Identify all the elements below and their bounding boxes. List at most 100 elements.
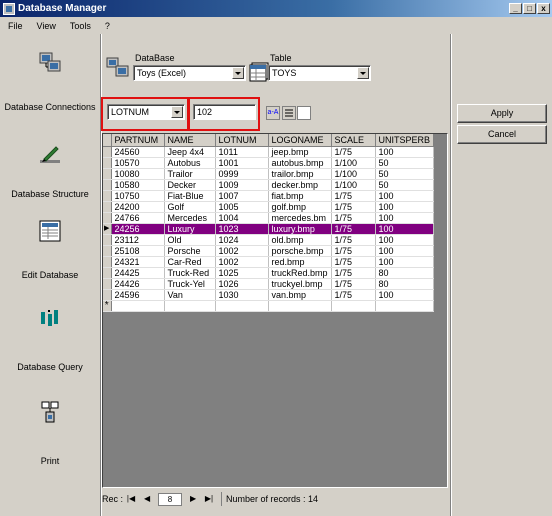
table-cell[interactable] (331, 300, 376, 312)
filter-value-input[interactable]: 102 (193, 104, 256, 120)
row-selector[interactable] (103, 179, 112, 191)
table-cell[interactable]: 1004 (215, 212, 269, 224)
database-select[interactable]: Toys (Excel) (133, 65, 246, 81)
table-cell[interactable]: 100 (375, 223, 435, 235)
row-selector[interactable] (103, 201, 112, 213)
table-cell[interactable]: 1001 (215, 157, 269, 169)
row-selector[interactable] (103, 234, 112, 246)
table-cell[interactable]: autobus.bmp (268, 157, 332, 169)
sidebar-label-database-structure[interactable]: Database Structure (0, 189, 100, 200)
row-selector[interactable] (103, 190, 112, 202)
table-cell[interactable]: 80 (375, 278, 435, 290)
list-view-icon[interactable] (282, 106, 296, 120)
sidebar-label-print[interactable]: Print (0, 456, 100, 467)
table-cell[interactable]: red.bmp (268, 256, 332, 268)
sort-az-icon[interactable]: a-A (266, 106, 280, 120)
filter-field-select[interactable]: LOTNUM (107, 104, 185, 120)
title-bar[interactable]: Database Manager _ □ x (0, 0, 552, 17)
record-number-input[interactable]: 8 (158, 492, 183, 506)
table-cell[interactable]: 24321 (111, 256, 165, 268)
table-cell[interactable]: 1030 (215, 289, 269, 301)
table-cell[interactable]: 1023 (215, 223, 269, 235)
table-cell[interactable]: 1/75 (331, 278, 376, 290)
table-cell[interactable]: 100 (375, 212, 435, 224)
menu-view[interactable]: View (31, 21, 64, 31)
table-cell[interactable]: 1/75 (331, 234, 376, 246)
table-cell[interactable]: Old (164, 234, 216, 246)
table-cell[interactable]: van.bmp (268, 289, 332, 301)
table-cell[interactable]: truckyel.bmp (268, 278, 332, 290)
sidebar-item-database-connections[interactable] (0, 50, 100, 74)
table-cell[interactable]: 50 (375, 179, 435, 191)
table-cell[interactable]: 10570 (111, 157, 165, 169)
table-cell[interactable]: 1/75 (331, 256, 376, 268)
sidebar-item-edit-database[interactable] (0, 219, 100, 243)
row-selector[interactable]: ▶ (103, 223, 112, 235)
table-cell[interactable]: 1026 (215, 278, 269, 290)
table-cell[interactable]: Mercedes (164, 212, 216, 224)
sidebar-item-database-structure[interactable] (0, 142, 100, 166)
table-cell[interactable]: 1/100 (331, 179, 376, 191)
new-row[interactable]: * (103, 300, 435, 312)
table-cell[interactable]: 100 (375, 234, 435, 246)
sidebar-label-database-connections[interactable]: Database Connections (0, 102, 100, 113)
table-cell[interactable]: 1024 (215, 234, 269, 246)
table-cell[interactable]: 1009 (215, 179, 269, 191)
table-row[interactable]: 24425 Truck-Red 1025 truckRed.bmp 1/75 80 (103, 267, 435, 279)
table-row[interactable]: 10080 Trailor 0999 trailor.bmp 1/100 50 (103, 168, 435, 180)
table-row[interactable]: ▶ 24256 Luxury 1023 luxury.bmp 1/75 100 (103, 223, 435, 235)
row-selector[interactable] (103, 245, 112, 257)
table-row[interactable]: 23112 Old 1024 old.bmp 1/75 100 (103, 234, 435, 246)
table-row[interactable]: 24596 Van 1030 van.bmp 1/75 100 (103, 289, 435, 301)
table-cell[interactable] (215, 300, 269, 312)
table-cell[interactable]: 24256 (111, 223, 165, 235)
table-cell[interactable]: 1/75 (331, 212, 376, 224)
table-cell[interactable]: 23112 (111, 234, 165, 246)
table-cell[interactable]: 24200 (111, 201, 165, 213)
table-row[interactable]: 24766 Mercedes 1004 mercedes.bm 1/75 100 (103, 212, 435, 224)
table-cell[interactable]: Truck-Yel (164, 278, 216, 290)
table-cell[interactable]: Car-Red (164, 256, 216, 268)
menu-file[interactable]: File (2, 21, 31, 31)
column-header-unitsperb[interactable]: UNITSPERB (375, 134, 435, 147)
apply-button[interactable]: Apply (457, 104, 547, 123)
sidebar-item-database-query[interactable] (0, 306, 100, 330)
table-cell[interactable]: 1005 (215, 201, 269, 213)
row-selector[interactable] (103, 146, 112, 158)
table-cell[interactable]: Fiat-Blue (164, 190, 216, 202)
table-cell[interactable]: Decker (164, 179, 216, 191)
table-cell[interactable]: 100 (375, 256, 435, 268)
table-cell[interactable]: 1011 (215, 146, 269, 158)
table-cell[interactable]: 1007 (215, 190, 269, 202)
last-record-icon[interactable]: ▶| (203, 493, 215, 505)
table-cell[interactable]: 10580 (111, 179, 165, 191)
cancel-button[interactable]: Cancel (457, 125, 547, 144)
table-cell[interactable]: 24596 (111, 289, 165, 301)
table-row[interactable]: 24426 Truck-Yel 1026 truckyel.bmp 1/75 80 (103, 278, 435, 290)
table-row[interactable]: 24560 Jeep 4x4 1011 jeep.bmp 1/75 100 (103, 146, 435, 158)
table-cell[interactable] (375, 300, 435, 312)
table-row[interactable]: 10580 Decker 1009 decker.bmp 1/100 50 (103, 179, 435, 191)
chevron-down-icon[interactable] (357, 67, 369, 79)
sidebar-label-database-query[interactable]: Database Query (0, 362, 100, 373)
table-cell[interactable] (164, 300, 216, 312)
table-cell[interactable]: old.bmp (268, 234, 332, 246)
first-record-icon[interactable]: |◀ (125, 493, 137, 505)
chevron-down-icon[interactable] (232, 67, 244, 79)
table-cell[interactable]: Autobus (164, 157, 216, 169)
table-cell[interactable]: 100 (375, 245, 435, 257)
table-cell[interactable]: 1/75 (331, 245, 376, 257)
table-cell[interactable]: Trailor (164, 168, 216, 180)
table-cell[interactable]: 10080 (111, 168, 165, 180)
table-cell[interactable]: 100 (375, 146, 435, 158)
table-cell[interactable]: Golf (164, 201, 216, 213)
table-cell[interactable]: 1/75 (331, 146, 376, 158)
column-header-logoname[interactable]: LOGONAME (268, 134, 332, 147)
column-header-name[interactable]: NAME (164, 134, 216, 147)
table-row[interactable]: 25108 Porsche 1002 porsche.bmp 1/75 100 (103, 245, 435, 257)
row-selector[interactable] (103, 256, 112, 268)
table-cell[interactable]: Truck-Red (164, 267, 216, 279)
table-row[interactable]: 10570 Autobus 1001 autobus.bmp 1/100 50 (103, 157, 435, 169)
table-cell[interactable]: jeep.bmp (268, 146, 332, 158)
table-cell[interactable]: 80 (375, 267, 435, 279)
